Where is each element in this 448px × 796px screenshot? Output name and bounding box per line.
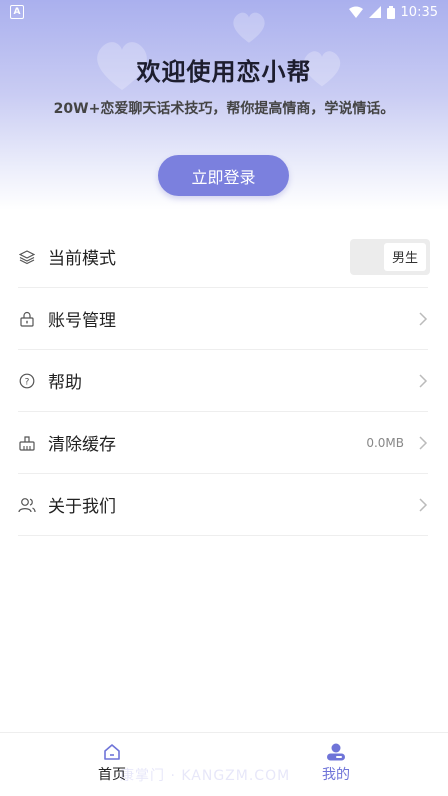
home-icon (104, 744, 120, 760)
menu-item-mode: 当前模式 男生 (18, 226, 430, 288)
watermark: 康掌门 · KANGZM.COM (120, 768, 291, 784)
battery-icon (386, 5, 395, 19)
cache-size: 0.0MB (366, 435, 404, 450)
users-icon (18, 496, 36, 514)
page-title: 欢迎使用恋小帮 (136, 58, 312, 86)
wifi-icon (348, 6, 363, 18)
tab-label: 我的 (322, 767, 350, 783)
menu-item-label: 帮助 (48, 373, 82, 393)
bottom-tab-bar: 首页 我的 (0, 732, 448, 796)
login-button[interactable]: 立即登录 (158, 155, 289, 196)
menu-item-clear-cache[interactable]: 清除缓存 0.0MB (18, 412, 428, 474)
chevron-right-icon (419, 311, 428, 326)
user-profile-icon (327, 743, 345, 761)
menu-item-account[interactable]: 账号管理 (18, 288, 428, 350)
broom-icon (18, 434, 36, 452)
toggle-value: 男生 (384, 242, 426, 271)
menu-item-label: 清除缓存 (48, 435, 116, 455)
notification-icon: A (10, 5, 24, 19)
page-subtitle: 20W+恋爱聊天话术技巧，帮你提高情商，学说情话。 (53, 101, 395, 117)
svg-text:?: ? (25, 377, 30, 387)
status-time: 10:35 (400, 4, 438, 20)
lock-icon (18, 310, 36, 328)
chevron-right-icon (419, 373, 428, 388)
chevron-right-icon (419, 497, 428, 512)
status-bar: A 10:35 (0, 0, 448, 24)
menu-item-label: 当前模式 (48, 249, 116, 269)
chevron-right-icon (419, 435, 428, 450)
signal-icon (368, 6, 381, 18)
menu-item-label: 账号管理 (48, 311, 116, 331)
menu-item-help[interactable]: ? 帮助 (18, 350, 428, 412)
help-icon: ? (18, 372, 36, 390)
gender-mode-toggle[interactable]: 男生 (350, 238, 430, 275)
layers-icon (18, 248, 36, 266)
menu-item-label: 关于我们 (48, 497, 116, 517)
settings-menu: 当前模式 男生 账号管理 ? 帮助 清除缓存 0.0MB 关于我们 (18, 226, 430, 536)
menu-item-about[interactable]: 关于我们 (18, 474, 428, 536)
